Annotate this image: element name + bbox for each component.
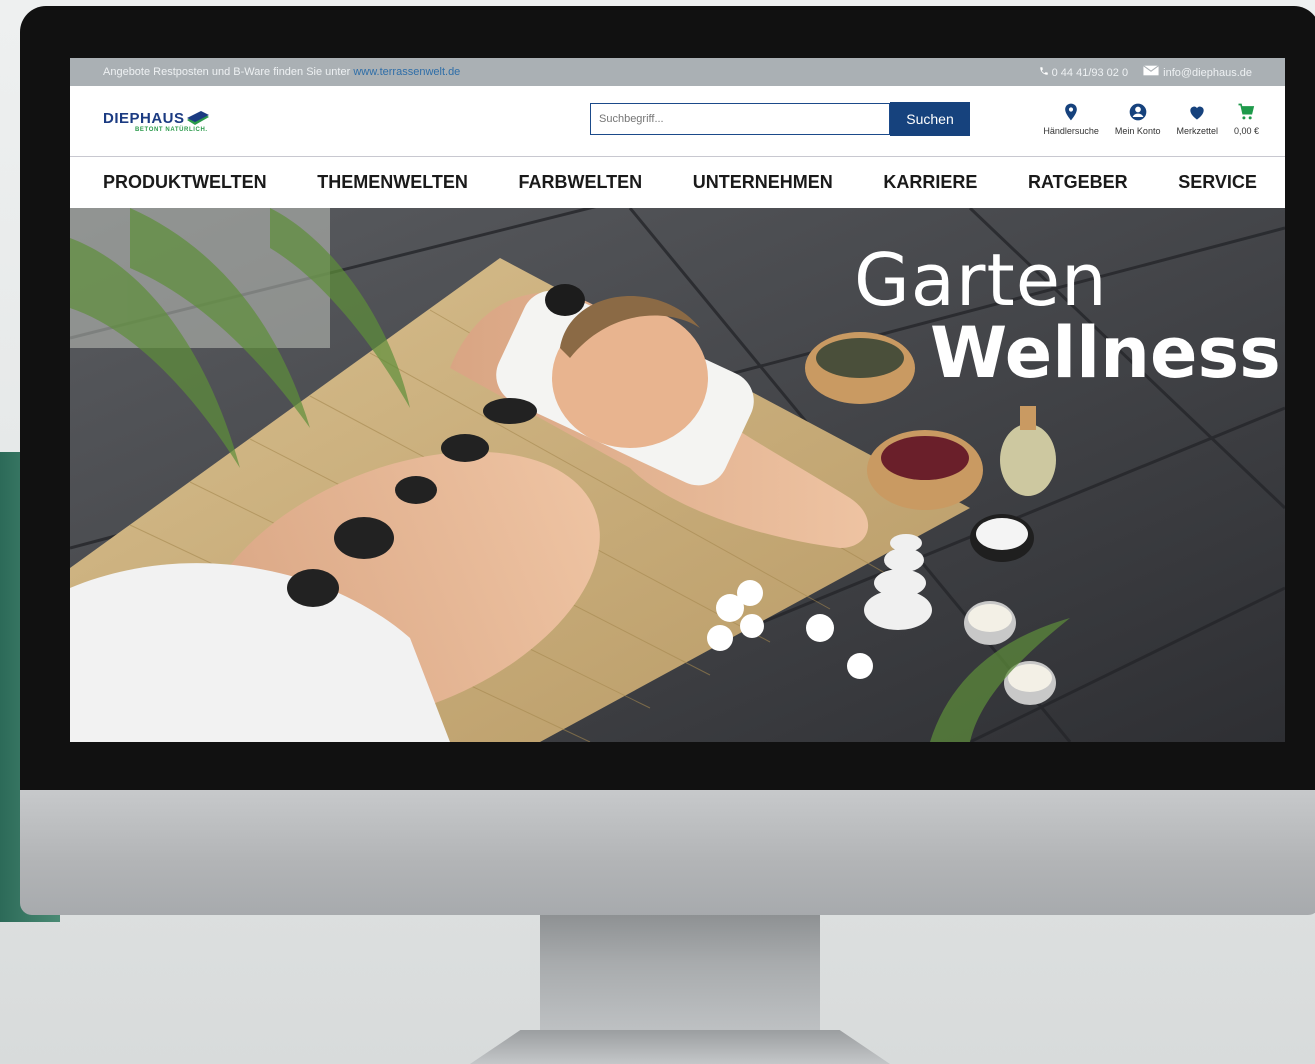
- cart-button[interactable]: 0,00 €: [1234, 102, 1259, 136]
- nav-item-farbwelten[interactable]: FARBWELTEN: [519, 172, 643, 193]
- header-actions: Händlersuche Mein Konto Merkzettel 0,00 …: [1043, 102, 1259, 136]
- dealer-search-button[interactable]: Händlersuche: [1043, 102, 1099, 136]
- website-screen: Angebote Restposten und B-Ware finden Si…: [70, 58, 1285, 742]
- user-icon: [1129, 103, 1147, 121]
- phone-link[interactable]: 0 44 41/93 02 0: [1039, 66, 1129, 79]
- hero-banner[interactable]: Garten Wellness: [70, 208, 1285, 742]
- location-pin-icon: [1065, 103, 1077, 121]
- search-input[interactable]: [590, 103, 890, 135]
- cart-icon: [1238, 103, 1255, 120]
- monitor-foot: [470, 1030, 890, 1064]
- nav-item-unternehmen[interactable]: UNTERNEHMEN: [693, 172, 833, 193]
- monitor-stand: [540, 915, 820, 1035]
- hero-headline-line1: Garten: [854, 238, 1108, 322]
- heart-icon: [1190, 106, 1204, 120]
- site-header: DIEPHAUS BETONT NATÜRLICH. Suchen Händle…: [70, 86, 1285, 157]
- promo-text: Angebote Restposten und B-Ware finden Si…: [103, 66, 351, 78]
- wishlist-label: Merkzettel: [1176, 126, 1218, 136]
- nav-item-ratgeber[interactable]: RATGEBER: [1028, 172, 1128, 193]
- contact-info: 0 44 41/93 02 0 info@diephaus.de: [1039, 65, 1252, 79]
- mail-icon: [1143, 65, 1159, 76]
- diephaus-logo[interactable]: DIEPHAUS BETONT NATÜRLICH.: [103, 110, 223, 133]
- promo-message: Angebote Restposten und B-Ware finden Si…: [103, 66, 460, 78]
- phone-number: 0 44 41/93 02 0: [1051, 66, 1129, 79]
- hero-headline-line2: Wellness: [930, 312, 1281, 394]
- logo-tagline: BETONT NATÜRLICH.: [135, 126, 208, 133]
- nav-item-produktwelten[interactable]: PRODUKTWELTEN: [103, 172, 267, 193]
- search-bar: Suchen: [590, 102, 970, 136]
- email-link[interactable]: info@diephaus.de: [1142, 65, 1252, 79]
- logo-wordmark: DIEPHAUS: [103, 109, 185, 127]
- cart-total: 0,00 €: [1233, 126, 1259, 136]
- my-account-button[interactable]: Mein Konto: [1114, 102, 1161, 136]
- nav-item-themenwelten[interactable]: THEMENWELTEN: [317, 172, 468, 193]
- email-address: info@diephaus.de: [1163, 67, 1252, 79]
- top-info-bar: Angebote Restposten und B-Ware finden Si…: [70, 58, 1285, 86]
- monitor-chin: [20, 790, 1315, 915]
- wishlist-button[interactable]: Merkzettel: [1176, 102, 1218, 136]
- main-navigation: PRODUKTWELTEN THEMENWELTEN FARBWELTEN UN…: [70, 157, 1285, 207]
- my-account-label: Mein Konto: [1114, 126, 1161, 136]
- logo-roof-icon: [186, 111, 209, 125]
- nav-item-karriere[interactable]: KARRIERE: [883, 172, 977, 193]
- nav-item-service[interactable]: SERVICE: [1178, 172, 1257, 193]
- promo-link[interactable]: www.terrassenwelt.de: [353, 66, 460, 78]
- search-button[interactable]: Suchen: [890, 102, 970, 136]
- dealer-search-label: Händlersuche: [1043, 126, 1099, 136]
- phone-icon: [1039, 66, 1048, 75]
